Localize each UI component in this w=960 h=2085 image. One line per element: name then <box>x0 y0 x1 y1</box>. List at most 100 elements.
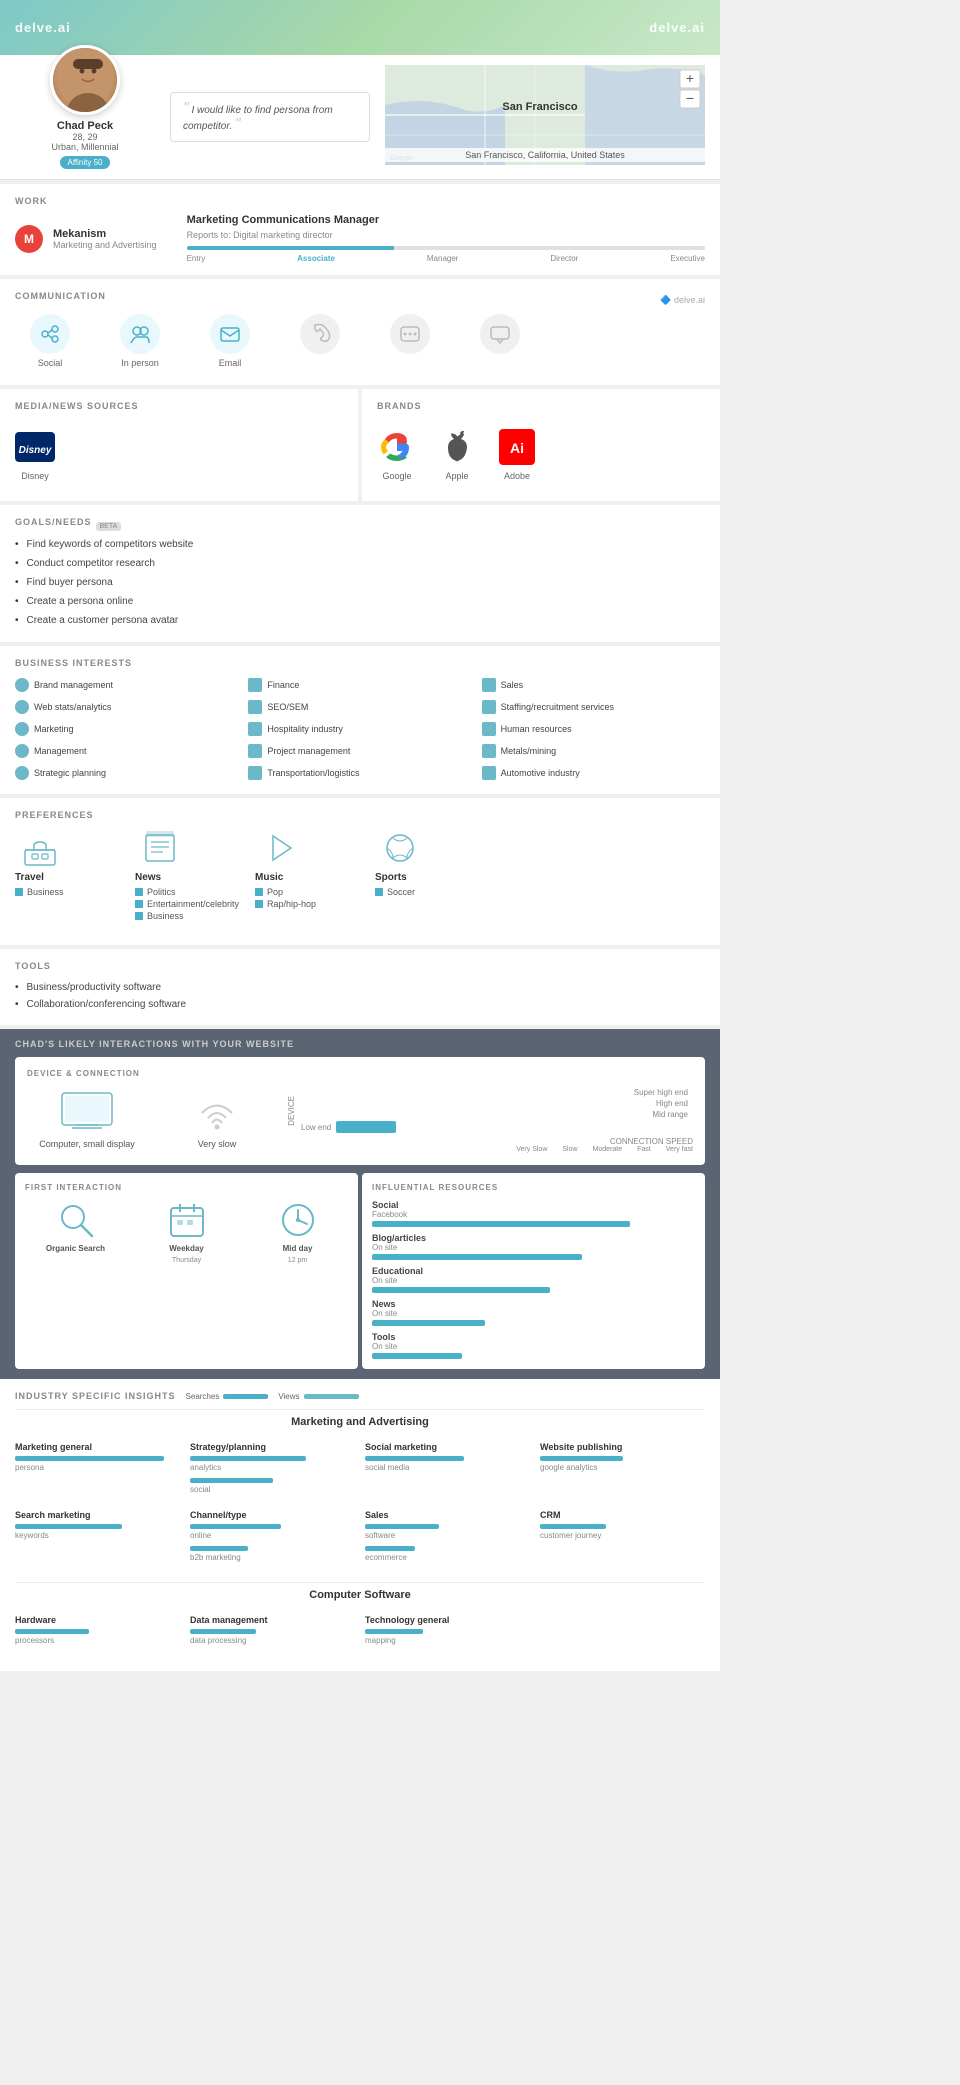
fi-weekday-label: Weekday <box>169 1244 204 1253</box>
first-interaction-box: FIRST INTERACTION Organic Search <box>15 1173 358 1369</box>
adobe-icon: Ai <box>497 427 537 467</box>
affinity-tag: Affinity 50 <box>60 156 111 169</box>
apple-icon <box>437 427 477 467</box>
computer-icon <box>57 1088 117 1133</box>
music-sub-2: Rap/hip-hop <box>255 899 355 909</box>
quote-mark-open: " <box>183 100 189 117</box>
insights-title: INDUSTRY SPECIFIC INSIGHTS <box>15 1391 176 1401</box>
stage-executive: Executive <box>670 254 705 263</box>
ins-col-sales: Sales software ecommerce <box>365 1510 530 1568</box>
news-dot-1 <box>135 888 143 896</box>
interest-icon-14 <box>248 766 262 780</box>
comm-label-inperson: In person <box>121 358 159 368</box>
interest-label-3: Sales <box>501 680 524 690</box>
brands-section: BRANDS Google <box>362 389 720 501</box>
ins-bar-group-dm: data processing <box>190 1629 355 1645</box>
comm-label-email: Email <box>219 358 242 368</box>
ins-bar-processors <box>15 1629 89 1634</box>
fi-weekday: Weekday Thursday <box>136 1200 237 1264</box>
music-sub-1: Pop <box>255 887 355 897</box>
connection-label: Very slow <box>198 1139 237 1149</box>
brands-title: BRANDS <box>377 401 705 411</box>
inf-news-label: News <box>372 1299 695 1309</box>
ins-bar-group-6a: online <box>190 1524 355 1540</box>
fi-weekday-sub: Thursday <box>172 1257 201 1264</box>
first-inf-row: FIRST INTERACTION Organic Search <box>15 1173 705 1369</box>
disney-icon: Disney <box>15 427 55 467</box>
inperson-icon <box>120 314 160 354</box>
inf-blog-sub: On site <box>372 1243 695 1252</box>
ins-col-crm: CRM customer journey <box>540 1510 705 1568</box>
interactions-section: CHAD'S LIKELY INTERACTIONS WITH YOUR WEB… <box>0 1029 720 1379</box>
company-info: Mekanism Marketing and Advertising <box>53 228 157 250</box>
company-name: Mekanism <box>53 228 157 240</box>
interest-auto: Automotive industry <box>482 764 705 782</box>
sports-icon <box>375 828 425 868</box>
category-title-marketing: Marketing and Advertising <box>15 1409 705 1434</box>
tool-2: •Collaboration/conferencing software <box>15 996 705 1013</box>
pref-music: Music Pop Rap/hip-hop <box>255 828 355 923</box>
stage-director: Director <box>550 254 578 263</box>
goals-title: GOALS/NEEDS <box>15 517 92 527</box>
connection-item: Very slow <box>167 1088 267 1153</box>
comm-title: COMMUNICATION <box>15 291 106 301</box>
interest-label-12: Metals/mining <box>501 746 557 756</box>
ins-bar-group-2b: social <box>190 1478 355 1494</box>
device-y-axis-label: DEVICE <box>287 1096 296 1126</box>
ins-col-title-6: Channel/type <box>190 1510 355 1520</box>
ins-bar-persona <box>15 1456 164 1461</box>
industry-insights-section: INDUSTRY SPECIFIC INSIGHTS Searches View… <box>0 1379 720 1671</box>
avatar-face <box>53 45 117 115</box>
sports-dot-1 <box>375 888 383 896</box>
ins-col-title-5: Search marketing <box>15 1510 180 1520</box>
ins-bar-group-7b: ecommerce <box>365 1546 530 1562</box>
preferences-row: Travel Business News Politics <box>15 828 705 923</box>
company-icon: M <box>15 225 43 253</box>
stage-manager: Manager <box>427 254 459 263</box>
ins-col-title-7: Sales <box>365 1510 530 1520</box>
inf-social-label: Social <box>372 1200 695 1210</box>
email-icon <box>210 314 250 354</box>
interest-icon-1 <box>15 678 29 692</box>
goals-header: GOALS/NEEDS BETA <box>15 517 705 535</box>
ins-bar-label-analytics: analytics <box>190 1463 355 1472</box>
map-location: San Francisco, California, United States <box>385 148 705 162</box>
ins-bar-label-social-strat: social <box>190 1485 355 1494</box>
interactions-title: CHAD'S LIKELY INTERACTIONS WITH YOUR WEB… <box>15 1039 705 1049</box>
ins-bar-group-tg: mapping <box>365 1629 530 1645</box>
tools-list: •Business/productivity software •Collabo… <box>15 979 705 1013</box>
inf-edu: Educational On site <box>372 1266 695 1293</box>
company-sub: Marketing and Advertising <box>53 240 157 250</box>
searches-metric: Searches <box>186 1392 269 1401</box>
device-connection-row: Computer, small display Very slow DEVICE… <box>27 1088 693 1153</box>
interest-icon-8 <box>248 722 262 736</box>
inf-news-sub: On site <box>372 1309 695 1318</box>
interest-staffing: Staffing/recruitment services <box>482 698 705 716</box>
job-title-section: Marketing Communications Manager Reports… <box>167 214 705 263</box>
interest-icon-5 <box>248 700 262 714</box>
stage-entry: Entry <box>187 254 206 263</box>
ins-bar-group-8: customer journey <box>540 1524 705 1540</box>
svg-text:−: − <box>686 90 694 106</box>
tools-section: TOOLS •Business/productivity software •C… <box>0 949 720 1025</box>
ins-bar-label-persona: persona <box>15 1463 180 1472</box>
preferences-title: PREFERENCES <box>15 810 705 820</box>
ins-col-title-hw: Hardware <box>15 1615 180 1625</box>
header: delve.ai delve.ai <box>0 0 720 55</box>
y-low-end-row: Low end <box>301 1121 693 1133</box>
inf-social-sub: Facebook <box>372 1210 695 1219</box>
ins-col-title-4: Website publishing <box>540 1442 705 1452</box>
career-progress-bar <box>187 246 705 250</box>
travel-icon <box>15 828 65 868</box>
x-very-fast: Very fast <box>666 1146 693 1153</box>
interest-icon-3 <box>482 678 496 692</box>
disney-label: Disney <box>21 471 49 481</box>
comm-row: Social In person Email <box>15 309 705 373</box>
comm-item-email: Email <box>195 314 265 368</box>
interest-web: Web stats/analytics <box>15 698 238 716</box>
news-sub-2: Entertainment/celebrity <box>135 899 235 909</box>
influential-items: Social Facebook Blog/articles On site Ed… <box>372 1200 695 1359</box>
x-very-slow: Very Slow <box>516 1146 547 1153</box>
ins-col-title-2: Strategy/planning <box>190 1442 355 1452</box>
interest-label-11: Project management <box>267 746 350 756</box>
